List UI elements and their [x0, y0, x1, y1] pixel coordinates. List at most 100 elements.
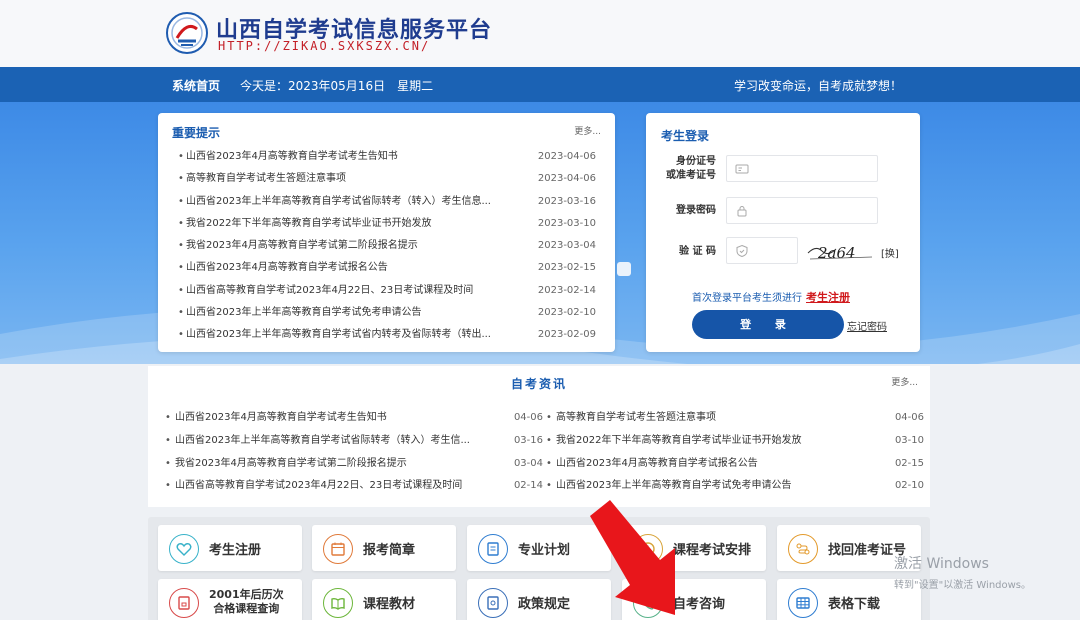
notice-item[interactable]: 山西省2023年上半年高等教育自学考试免考申请公告 2023-02-10 [178, 302, 596, 324]
notice-title[interactable]: 山西省2023年4月高等教育自学考试考生告知书 [186, 146, 516, 168]
news-item-date: 02-14 [513, 480, 543, 492]
news-item[interactable]: 山西省2023年4月高等教育自学考试考生告知书 04-06 [165, 407, 543, 430]
tile-history[interactable]: 2001年后历次 合格课程查询 [158, 579, 302, 620]
news-item-title[interactable]: 山西省2023年4月高等教育自学考试考生告知书 [175, 407, 485, 429]
tile-textbook-label: 课程教材 [363, 596, 416, 612]
notice-title[interactable]: 高等教育自学考试考生答题注意事项 [186, 168, 516, 190]
news-item[interactable]: 山西省高等教育自学考试2023年4月22日、23日考试课程及时间 02-14 [165, 475, 543, 498]
nav-home-link[interactable]: 系统首页 [172, 77, 220, 94]
quick-links-grid: 考生注册 报考简章 专业计划 课程考试安排 找回准考证号 2001年后历次 合格课… [148, 517, 930, 620]
notice-date: 2023-02-09 [537, 329, 596, 341]
news-item-date: 03-16 [513, 434, 543, 446]
notices-list: 山西省2023年4月高等教育自学考试考生告知书 2023-04-06 高等教育自学… [178, 146, 596, 347]
watermark-line1: 激活 Windows [894, 556, 989, 572]
tile-history-label: 2001年后历次 合格课程查询 [209, 579, 284, 620]
windows-activation-watermark: 激活 Windows 转到"设置"以激活 Windows。 [894, 553, 1031, 591]
history-line2: 合格课程查询 [213, 602, 280, 615]
news-list-right: 高等教育自学考试考生答题注意事项 04-06 我省2022年下半年高等教育自学考试… [546, 407, 924, 498]
tile-consult[interactable]: 自考咨询 [622, 579, 766, 620]
heart-icon [169, 534, 199, 564]
history-line1: 2001年后历次 [209, 588, 284, 601]
notice-title[interactable]: 山西省2023年上半年高等教育自学考试省内转考及省际转考（转出... [186, 324, 516, 346]
phone-icon [633, 588, 663, 618]
id-card-icon [735, 164, 749, 174]
lock-icon [737, 206, 747, 217]
tile-schedule[interactable]: 课程考试安排 [622, 525, 766, 571]
tile-guide-label: 报考简章 [363, 542, 416, 558]
notice-date: 2023-03-10 [537, 217, 596, 229]
current-date: 今天是：2023年05月16日 星期二 [240, 79, 434, 93]
notice-date: 2023-03-16 [537, 195, 596, 207]
news-item-title[interactable]: 山西省2023年上半年高等教育自学考试免考申请公告 [556, 475, 866, 497]
password-label: 登录密码 [676, 205, 716, 216]
notice-item[interactable]: 山西省2023年上半年高等教育自学考试省际转考（转入）考生信息... 2023-0… [178, 191, 596, 213]
news-item[interactable]: 山西省2023年上半年高等教育自学考试免考申请公告 02-10 [546, 475, 924, 498]
news-item-title[interactable]: 山西省高等教育自学考试2023年4月22日、23日考试课程及时间 [175, 475, 485, 497]
news-item-date: 02-15 [894, 457, 924, 469]
notice-item[interactable]: 山西省2023年上半年高等教育自学考试省内转考及省际转考（转出... 2023-0… [178, 324, 596, 346]
news-item[interactable]: 高等教育自学考试考生答题注意事项 04-06 [546, 407, 924, 430]
notice-item[interactable]: 山西省高等教育自学考试2023年4月22日、23日考试课程及时间 2023-02-… [178, 280, 596, 302]
notices-more-link[interactable]: 更多... [574, 124, 601, 137]
notice-date: 2023-04-06 [537, 173, 596, 185]
news-item[interactable]: 我省2022年下半年高等教育自学考试毕业证书开始发放 03-10 [546, 430, 924, 453]
site-logo-icon[interactable] [165, 11, 209, 55]
forgot-password-link[interactable]: 忘记密码 [847, 318, 887, 333]
notice-date: 2023-04-06 [537, 151, 596, 162]
password-input[interactable] [726, 197, 878, 224]
captcha-input[interactable] [726, 237, 798, 264]
id-number-label: 身份证号 或准考证号 [656, 155, 716, 183]
table-grid-icon [788, 588, 818, 618]
site-header: 山西自学考试信息服务平台 HTTP://ZIKAO.SXKSZX.CN/ [0, 0, 1080, 67]
notices-title: 重要提示 [172, 126, 221, 140]
notice-item[interactable]: 我省2022年下半年高等教育自学考试毕业证书开始发放 2023-03-10 [178, 213, 596, 235]
notice-item[interactable]: 高等教育自学考试考生答题注意事项 2023-04-06 [178, 168, 596, 190]
notice-title[interactable]: 山西省高等教育自学考试2023年4月22日、23日考试课程及时间 [186, 280, 516, 302]
notice-date: 2023-02-14 [537, 284, 596, 296]
login-button[interactable]: 登 录 [692, 310, 844, 339]
notice-item[interactable]: 山西省2023年4月高等教育自学考试考生告知书 2023-04-06 [178, 146, 596, 168]
notice-title[interactable]: 我省2022年下半年高等教育自学考试毕业证书开始发放 [186, 213, 516, 235]
tile-textbook[interactable]: 课程教材 [312, 579, 456, 620]
tile-major[interactable]: 专业计划 [467, 525, 611, 571]
news-item-date: 03-04 [513, 457, 543, 469]
news-item-title[interactable]: 高等教育自学考试考生答题注意事项 [556, 407, 866, 429]
notice-title[interactable]: 我省2023年4月高等教育自学考试第二阶段报名提示 [186, 235, 516, 257]
tile-policy[interactable]: 政策规定 [467, 579, 611, 620]
plan-document-icon [478, 534, 508, 564]
news-item[interactable]: 山西省2023年4月高等教育自学考试报名公告 02-15 [546, 453, 924, 476]
top-navbar: 系统首页 今天是：2023年05月16日 星期二 学习改变命运，自考成就梦想！ [0, 67, 1080, 102]
register-link[interactable]: 考生注册 [806, 291, 850, 304]
news-more-link[interactable]: 更多... [891, 375, 918, 388]
id-label-line1: 身份证号 [676, 156, 716, 167]
notice-title[interactable]: 山西省2023年上半年高等教育自学考试省际转考（转入）考生信息... [186, 191, 516, 213]
news-item-title[interactable]: 山西省2023年上半年高等教育自学考试省际转考（转入）考生信... [175, 430, 485, 452]
tile-register[interactable]: 考生注册 [158, 525, 302, 571]
notice-title[interactable]: 山西省2023年4月高等教育自学考试报名公告 [186, 257, 516, 279]
news-item-title[interactable]: 我省2022年下半年高等教育自学考试毕业证书开始发放 [556, 430, 866, 452]
tile-guide[interactable]: 报考简章 [312, 525, 456, 571]
news-list-left: 山西省2023年4月高等教育自学考试考生告知书 04-06 山西省2023年上半年… [165, 407, 543, 498]
student-login-panel: 考生登录 身份证号 或准考证号 登录密码 验 证 码 2a64 [换] 首次登录… [646, 113, 920, 352]
news-title: 自考资讯 [510, 377, 567, 391]
tile-consult-label: 自考咨询 [673, 596, 726, 612]
news-item[interactable]: 我省2023年4月高等教育自学考试第二阶段报名提示 03-04 [165, 453, 543, 476]
id-number-input[interactable] [726, 155, 878, 182]
first-login-text: 首次登录平台考生须进行 [692, 293, 802, 304]
tile-major-label: 专业计划 [518, 542, 571, 558]
captcha-label: 验 证 码 [679, 246, 716, 257]
site-url[interactable]: HTTP://ZIKAO.SXKSZX.CN/ [218, 39, 430, 53]
news-item-title[interactable]: 山西省2023年4月高等教育自学考试报名公告 [556, 453, 866, 475]
calendar-icon [323, 534, 353, 564]
notice-item[interactable]: 山西省2023年4月高等教育自学考试报名公告 2023-02-15 [178, 257, 596, 279]
news-item-title[interactable]: 我省2023年4月高等教育自学考试第二阶段报名提示 [175, 453, 485, 475]
captcha-refresh-link[interactable]: [换] [881, 245, 899, 260]
login-title: 考生登录 [661, 129, 710, 143]
notice-item[interactable]: 我省2023年4月高等教育自学考试第二阶段报名提示 2023-03-04 [178, 235, 596, 257]
slider-handle-icon[interactable] [617, 262, 631, 276]
news-item-date: 04-06 [894, 412, 924, 423]
news-item[interactable]: 山西省2023年上半年高等教育自学考试省际转考（转入）考生信... 03-16 [165, 430, 543, 453]
svg-text:2a64: 2a64 [817, 244, 856, 262]
notice-title[interactable]: 山西省2023年上半年高等教育自学考试免考申请公告 [186, 302, 516, 324]
captcha-image[interactable]: 2a64 [806, 239, 876, 263]
